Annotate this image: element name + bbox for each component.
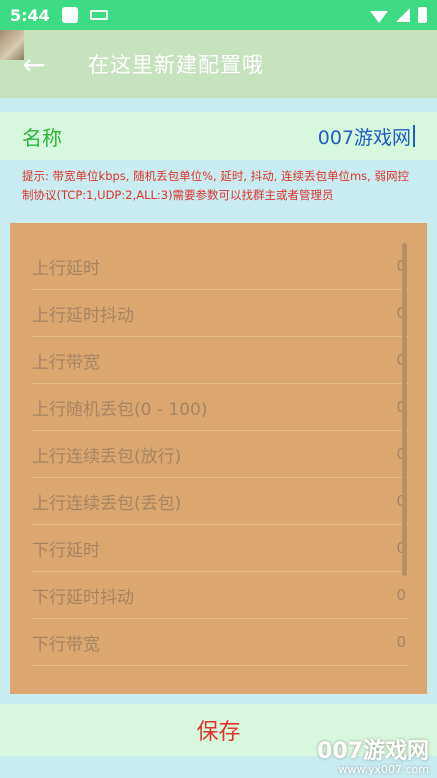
status-bar: 5:44 xyxy=(0,0,437,30)
status-time: 5:44 xyxy=(10,5,50,25)
param-input[interactable] xyxy=(348,539,408,557)
param-input[interactable] xyxy=(348,304,408,322)
scrollbar[interactable] xyxy=(402,243,407,576)
param-input[interactable] xyxy=(348,445,408,463)
param-row[interactable]: 下行延时 xyxy=(32,525,408,572)
param-row[interactable]: 上行延时 xyxy=(32,243,408,290)
status-icons xyxy=(370,7,427,23)
watermark-url: www.yx007.com xyxy=(338,763,429,776)
param-label: 下行带宽 xyxy=(32,634,100,655)
param-row[interactable]: 上行随机丢包(0 - 100) xyxy=(32,384,408,431)
param-label: 上行随机丢包(0 - 100) xyxy=(32,399,208,420)
param-input[interactable] xyxy=(348,257,408,275)
param-input[interactable] xyxy=(348,398,408,416)
battery-icon xyxy=(418,7,427,23)
page-title: 在这里新建配置哦 xyxy=(88,53,264,77)
param-row[interactable]: 上行延时抖动 xyxy=(32,290,408,337)
avatar xyxy=(0,30,24,60)
watermark-brand: 007游戏网 xyxy=(317,739,429,764)
param-row[interactable]: 下行带宽 xyxy=(32,619,408,666)
signal-icon xyxy=(396,8,410,22)
name-label: 名称 xyxy=(22,125,62,150)
param-label: 上行延时抖动 xyxy=(32,305,134,326)
param-label: 上行延时 xyxy=(32,258,100,279)
notification-icon xyxy=(61,7,78,23)
param-input[interactable] xyxy=(348,633,408,651)
param-label: 上行连续丢包(放行) xyxy=(32,446,182,467)
param-label: 上行连续丢包(丢包) xyxy=(32,493,182,514)
watermark: 007游戏网 www.yx007.com xyxy=(317,740,429,776)
name-row: 名称 xyxy=(0,112,437,160)
hint-text: 提示: 带宽单位kbps, 随机丢包单位%, 延时, 抖动, 连续丢包单位ms,… xyxy=(22,169,409,202)
param-input[interactable] xyxy=(348,492,408,510)
app-bar: ← 在这里新建配置哦 xyxy=(0,30,437,98)
param-row[interactable]: 上行带宽 xyxy=(32,337,408,384)
name-input[interactable] xyxy=(195,125,415,147)
params-list: 上行延时 上行延时抖动 上行带宽 上行随机丢包(0 - 100) 上行连续丢包(… xyxy=(32,243,408,666)
param-label: 下行延时 xyxy=(32,540,100,561)
param-label: 下行延时抖动 xyxy=(32,587,134,608)
params-panel[interactable]: 上行延时 上行延时抖动 上行带宽 上行随机丢包(0 - 100) 上行连续丢包(… xyxy=(10,223,427,694)
keyboard-icon xyxy=(89,10,108,20)
param-row[interactable]: 上行连续丢包(丢包) xyxy=(32,478,408,525)
param-input[interactable] xyxy=(348,586,408,604)
param-input[interactable] xyxy=(348,351,408,369)
param-row[interactable]: 下行延时抖动 xyxy=(32,572,408,619)
param-label: 上行带宽 xyxy=(32,352,100,373)
param-row[interactable]: 上行连续丢包(放行) xyxy=(32,431,408,478)
wifi-icon xyxy=(370,10,388,23)
